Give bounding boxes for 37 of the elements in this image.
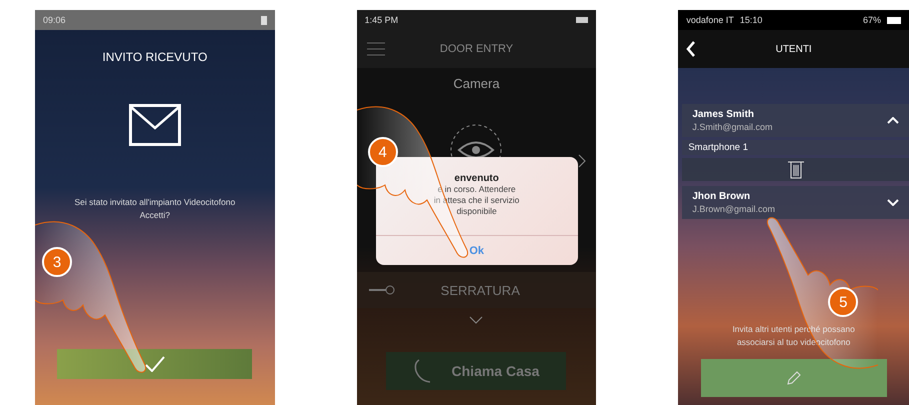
battery-level: 67% xyxy=(862,15,881,25)
screen-title: UTENTI xyxy=(776,44,812,54)
pencil-icon xyxy=(786,371,801,385)
phone-icon xyxy=(414,359,432,383)
status-time: 1:45 PM xyxy=(364,15,398,25)
device-label: Smartphone 1 xyxy=(682,140,909,155)
accept-button[interactable] xyxy=(57,349,252,379)
chevron-up-icon xyxy=(886,117,899,124)
check-icon xyxy=(144,356,165,372)
chevron-down-icon xyxy=(886,199,899,206)
battery-icon xyxy=(576,17,588,23)
back-icon[interactable] xyxy=(686,41,696,57)
envelope-icon xyxy=(128,104,181,146)
user-name: Jhon Brown xyxy=(692,191,752,202)
chevron-right-icon[interactable] xyxy=(578,154,586,168)
chevron-down-icon[interactable] xyxy=(469,316,484,324)
user-email: J.Smith@gmail.com xyxy=(692,122,774,132)
user-card[interactable]: James Smith J.Smith@gmail.com xyxy=(682,104,909,137)
dialog-text: disponibile xyxy=(456,206,497,217)
key-icon xyxy=(368,285,395,295)
lock-label: SERRATURA xyxy=(440,282,520,298)
invite-question: Accetti? xyxy=(140,209,170,222)
screen-title: INVITO RICEVUTO xyxy=(102,50,208,64)
battery-icon xyxy=(886,16,901,24)
menu-icon[interactable] xyxy=(366,42,385,56)
invite-message: Sei stato invitato all'impianto Videocitofono xyxy=(74,196,236,209)
user-name: James Smith xyxy=(692,109,756,120)
status-time: 09:06 xyxy=(43,15,66,25)
user-card[interactable]: Jhon Brown J.Brown@gmail.com xyxy=(682,186,909,219)
battery-icon xyxy=(260,16,267,24)
status-time: 15:10 xyxy=(740,15,762,25)
carrier-label: vodafone IT xyxy=(686,15,734,25)
screen-title: DOOR ENTRY xyxy=(440,43,514,55)
camera-label: Camera xyxy=(453,76,500,91)
user-email: J.Brown@gmail.com xyxy=(692,204,776,214)
dialog-title: envenuto xyxy=(454,173,499,184)
trash-icon xyxy=(788,160,804,179)
